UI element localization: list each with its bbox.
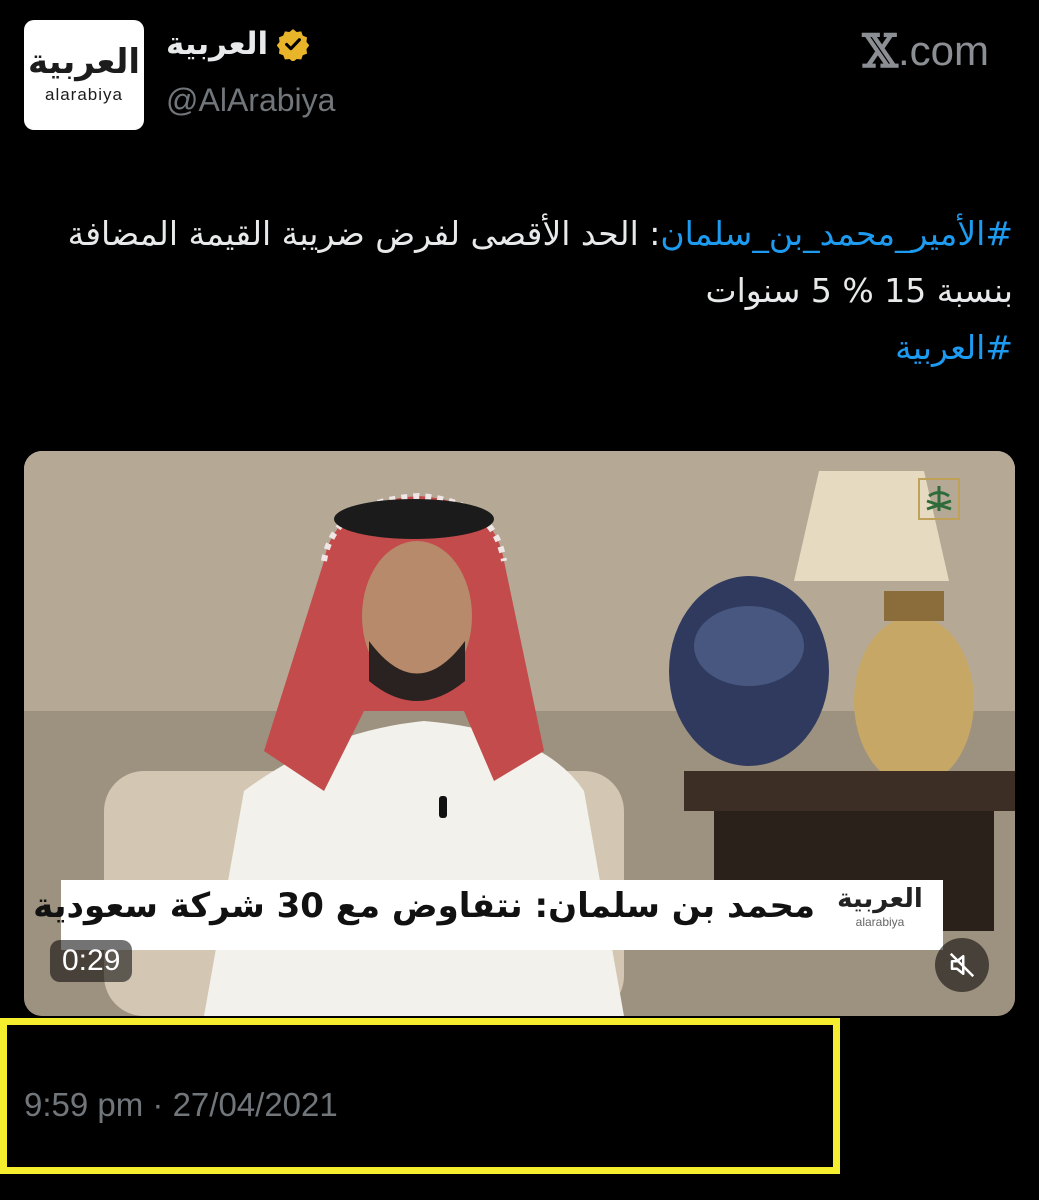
tweet-timestamp[interactable]: 9:59 pm · 27/04/2021 bbox=[24, 1086, 338, 1124]
video-player[interactable]: العربية alarabiya محمد بن سلمان: نتفاوض … bbox=[24, 451, 1015, 1016]
hashtag-link[interactable]: #العربية bbox=[895, 328, 1013, 367]
video-headline: محمد بن سلمان: نتفاوض مع 30 شركة سعودية … bbox=[24, 886, 815, 926]
display-name-row: العربية bbox=[166, 26, 310, 62]
badge-arabic: العربية bbox=[837, 884, 923, 914]
x-logo-icon: 𝕏 bbox=[862, 24, 898, 78]
display-name[interactable]: العربية bbox=[166, 26, 268, 62]
video-duration: 0:29 bbox=[50, 940, 133, 982]
tweet-text: #الأمير_محمد_بن_سلمان: الحد الأقصى لفرض … bbox=[23, 205, 1013, 376]
badge-latin: alarabiya bbox=[855, 915, 905, 929]
avatar-logo-latin: alarabiya bbox=[45, 85, 123, 104]
video-lower-third: العربية alarabiya محمد بن سلمان: نتفاوض … bbox=[24, 880, 943, 950]
verified-badge-icon bbox=[276, 29, 310, 61]
x-dot-com-watermark: 𝕏 .com bbox=[862, 24, 989, 78]
account-handle[interactable]: @AlArabiya bbox=[166, 82, 335, 119]
domain-text: .com bbox=[897, 27, 989, 74]
hashtag-link[interactable]: #الأمير_محمد_بن_سلمان bbox=[660, 214, 1013, 253]
mute-button[interactable] bbox=[935, 938, 989, 992]
muted-speaker-icon bbox=[949, 952, 975, 978]
avatar-logo-arabic: العربية bbox=[27, 42, 141, 82]
account-avatar[interactable]: العربية alarabiya bbox=[24, 20, 144, 130]
channel-badge: العربية alarabiya bbox=[825, 886, 935, 944]
